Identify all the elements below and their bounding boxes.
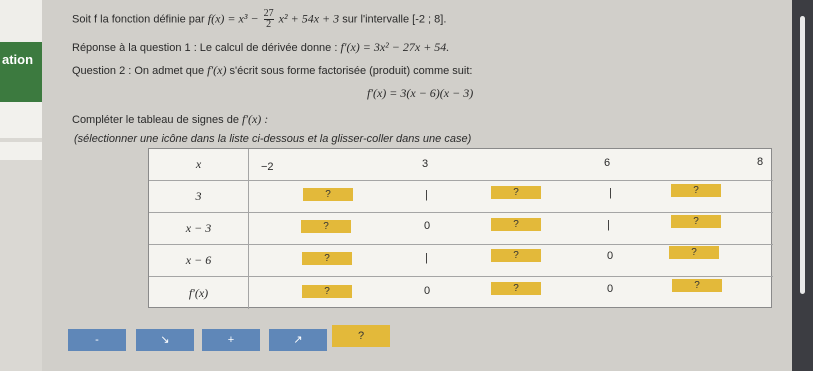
drop-slot[interactable]: ? [672,279,722,292]
drop-slot[interactable]: ? [671,215,721,228]
header-value: 8 [757,156,764,168]
sign-marker: 0 [607,283,614,295]
row-label: 3 [149,181,249,212]
header-value: −2 [261,161,274,173]
drop-slot[interactable]: ? [669,246,719,259]
table-row: x − 6 ? | ? 0 ? [149,245,773,277]
sidebar-top-panel [0,0,42,42]
drop-slot[interactable]: ? [671,184,721,197]
sign-marker: | [425,252,428,264]
sign-marker: 0 [424,220,431,232]
row-label: f′(x) [149,277,249,309]
sidebar-label: ation [2,52,34,67]
question2-line: Question 2 : On admet que f′(x) s'écrit … [72,63,472,78]
intro-interval: sur l'intervalle [-2 ; 8]. [342,13,447,26]
sidebar: ation [0,0,42,371]
header-value: 3 [422,158,429,170]
row-label: x − 6 [149,245,249,276]
sign-marker: | [425,189,428,201]
question2-fprime: f′(x) [207,63,227,77]
drop-slot[interactable]: ? [301,220,351,233]
sign-marker: | [609,187,612,199]
fraction-denominator: 2 [266,19,272,30]
answer1-formula: f′(x) = 3x² − 27x + 54. [340,40,450,54]
sidebar-panel [0,142,42,160]
drop-slot[interactable]: ? [303,188,353,201]
header-label-x: x [149,149,249,180]
sign-marker: 0 [424,285,431,297]
instruction-fprime: f′(x) : [242,112,269,126]
drop-slot[interactable]: ? [491,282,541,295]
sign-marker: 0 [607,250,614,262]
palette-question-icon[interactable]: ? [332,325,390,347]
answer1-line: Réponse à la question 1 : Le calcul de d… [72,40,449,55]
table-row: x − 3 ? 0 ? | ? [149,213,773,245]
palette-plus-icon[interactable]: + [202,329,260,351]
intro-line: Soit f la fonction définie par f(x) = x³… [72,9,446,30]
header-value: 6 [604,157,611,169]
sign-marker: | [607,219,610,231]
drop-slot[interactable]: ? [491,249,541,262]
sign-table: x −2 3 6 8 3 ? | ? | ? x − 3 ? 0 ? | ? x… [148,148,773,309]
table-header-row: x −2 3 6 8 [149,149,773,181]
question2-lead: Question 2 : On admet que [72,65,205,77]
drag-hint: (sélectionner une icône dans la liste ci… [74,133,472,145]
row-label: x − 3 [149,213,249,244]
intro-formula-right: x² + 54x + 3 [278,11,340,26]
fraction: 27 2 [263,9,274,30]
table-row: f′(x) ? 0 ? 0 ? [149,277,773,309]
sidebar-panel [0,102,42,138]
table-row: 3 ? | ? | ? [149,181,773,213]
sidebar-section-tab[interactable]: ation [0,42,42,102]
palette-increasing-arrow-icon[interactable]: ↗ [269,329,327,351]
intro-formula-left: f(x) = x³ − [207,11,259,26]
scrollbar-thumb[interactable] [800,16,805,294]
instruction-text: Compléter le tableau de signes de [72,114,239,126]
answer1-text: Réponse à la question 1 : Le calcul de d… [72,42,338,54]
drop-slot[interactable]: ? [302,285,352,298]
factored-formula: f′(x) = 3(x − 6)(x − 3) [367,86,474,100]
palette-minus-icon[interactable]: - [68,329,126,351]
palette-decreasing-arrow-icon[interactable]: ↘ [136,329,194,351]
drop-slot[interactable]: ? [302,252,352,265]
scrollbar[interactable] [792,0,813,371]
question2-rest: s'écrit sous forme factorisée (produit) … [229,65,473,77]
drop-slot[interactable]: ? [491,186,541,199]
question-content: Soit f la fonction définie par f(x) = x³… [42,0,792,371]
intro-lead: Soit f la fonction définie par [72,13,205,26]
drop-slot[interactable]: ? [491,218,541,231]
instruction-line: Compléter le tableau de signes de f′(x) … [72,112,268,127]
